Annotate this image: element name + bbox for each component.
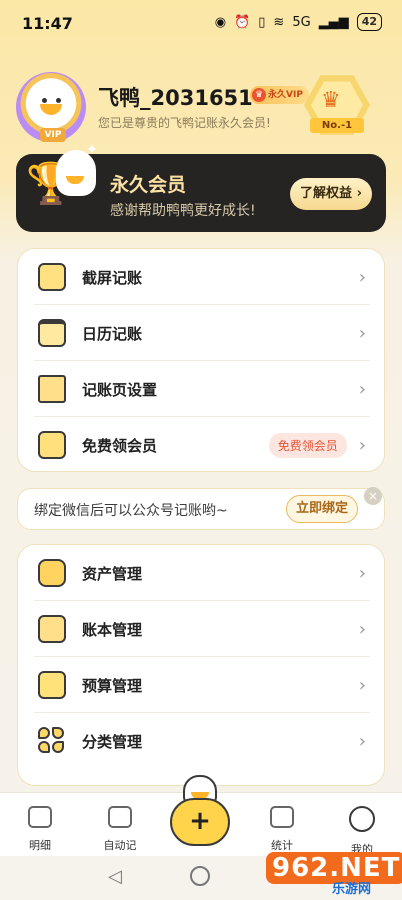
chevron-right-icon: › — [358, 322, 366, 344]
chevron-right-icon: › — [358, 562, 366, 584]
screenshot-icon — [38, 263, 66, 291]
menu-item-ledger[interactable]: 账本管理 › — [34, 601, 370, 657]
stats-icon — [270, 806, 294, 828]
menu-item-label: 免费领会员 — [82, 436, 158, 455]
watermark-subtext: 乐游网 — [332, 882, 372, 897]
wallet-icon — [38, 559, 66, 587]
mascot-trophy-illustration: 🏆 ✦ — [26, 142, 98, 226]
alarm-icon: ⏰ — [234, 14, 251, 30]
signal-5g-label: 5G — [292, 14, 311, 30]
chevron-right-icon: › — [358, 266, 366, 288]
vip-badge: ♛ 永久VIP — [250, 86, 309, 104]
menu-item-category[interactable]: 分类管理 › — [34, 713, 370, 769]
menu-item-screenshot[interactable]: 截屏记账 › — [34, 249, 370, 305]
crown-icon: ♛ — [321, 88, 341, 113]
auto-record-icon — [108, 806, 132, 828]
avatar-vip-tag: VIP — [40, 128, 66, 142]
nav-tab-stats[interactable]: 统计 — [252, 806, 312, 853]
nav-tab-label: 明细 — [29, 839, 51, 852]
status-bar: 11:47 ◉ ⏰ ▯ ≋ 5G ▂▄▆ 42 — [0, 0, 402, 46]
battery-level: 42 — [356, 13, 382, 31]
chevron-right-icon: › — [358, 674, 366, 696]
status-time: 11:47 — [22, 14, 73, 33]
avatar[interactable]: VIP — [16, 72, 86, 142]
settings-doc-icon — [38, 375, 66, 403]
rank-label: No.-1 — [310, 118, 364, 133]
menu-item-assets[interactable]: 资产管理 › — [34, 545, 370, 601]
chevron-right-icon: › — [358, 434, 366, 456]
menu-item-label: 资产管理 — [82, 564, 143, 583]
menu-item-label: 账本管理 — [82, 620, 143, 639]
back-icon[interactable]: ◁ — [108, 866, 122, 887]
wifi-icon: ≋ — [273, 14, 285, 30]
close-icon[interactable]: × — [364, 487, 382, 505]
duck-eye-icon — [56, 98, 61, 103]
calculator-icon — [38, 671, 66, 699]
menu-item-label: 记账页设置 — [82, 380, 158, 399]
vip-crown-icon: ♛ — [252, 88, 266, 102]
free-vip-tag: 免费领会员 — [268, 432, 347, 458]
menu-item-record-settings[interactable]: 记账页设置 › — [34, 361, 370, 417]
vip-badge-label: 永久VIP — [268, 90, 303, 100]
member-subtitle: 您已是尊贵的飞鸭记账永久会员! — [98, 116, 271, 130]
nav-tab-auto-record[interactable]: 自动记 — [90, 806, 150, 853]
username: 飞鸭_2031651 — [98, 86, 253, 110]
banner-title: 永久会员 — [110, 174, 187, 196]
book-icon — [38, 615, 66, 643]
chevron-right-icon: › — [358, 618, 366, 640]
status-icons: ◉ ⏰ ▯ ≋ 5G ▂▄▆ 42 — [215, 13, 382, 31]
calendar-icon — [38, 319, 66, 347]
banner-subtitle: 感谢帮助鸭鸭更好成长! — [110, 203, 256, 219]
wechat-bind-text: 绑定微信后可以公众号记账哟~ — [34, 503, 228, 519]
sparkle-icon: ✦ — [86, 142, 98, 158]
view-benefits-button[interactable]: 了解权益 › — [290, 178, 372, 210]
profile-icon — [349, 806, 375, 832]
gift-icon — [38, 431, 66, 459]
menu-item-free-vip[interactable]: 免费领会员 免费领会员 › — [34, 417, 370, 473]
signal-bars-icon: ▂▄▆ — [318, 14, 349, 30]
bind-now-button[interactable]: 立即绑定 — [286, 495, 358, 523]
home-icon[interactable] — [190, 866, 210, 886]
menu-item-budget[interactable]: 预算管理 › — [34, 657, 370, 713]
menu-item-calendar[interactable]: 日历记账 › — [34, 305, 370, 361]
nav-tab-label: 自动记 — [103, 839, 137, 852]
details-icon — [28, 806, 52, 828]
menu-item-label: 预算管理 — [82, 676, 143, 695]
chevron-right-icon: › — [358, 730, 366, 752]
menu-item-label: 分类管理 — [82, 732, 143, 751]
chevron-right-icon: › — [358, 378, 366, 400]
duck-eye-icon — [42, 98, 47, 103]
management-card: 资产管理 › 账本管理 › 预算管理 › 分类管理 › — [17, 544, 385, 786]
nav-tab-details[interactable]: 明细 — [10, 806, 70, 853]
menu-item-label: 截屏记账 — [82, 268, 143, 287]
menu-item-label: 日历记账 — [82, 324, 143, 343]
vibrate-icon: ▯ — [258, 14, 266, 30]
plus-icon[interactable]: + — [170, 806, 230, 836]
category-icon — [38, 727, 66, 755]
watermark-logo: 962.NET 乐游网 — [262, 848, 402, 897]
feature-card: 截屏记账 › 日历记账 › 记账页设置 › 免费领会员 免费领会员 › — [17, 248, 385, 472]
eye-icon: ◉ — [214, 14, 227, 30]
